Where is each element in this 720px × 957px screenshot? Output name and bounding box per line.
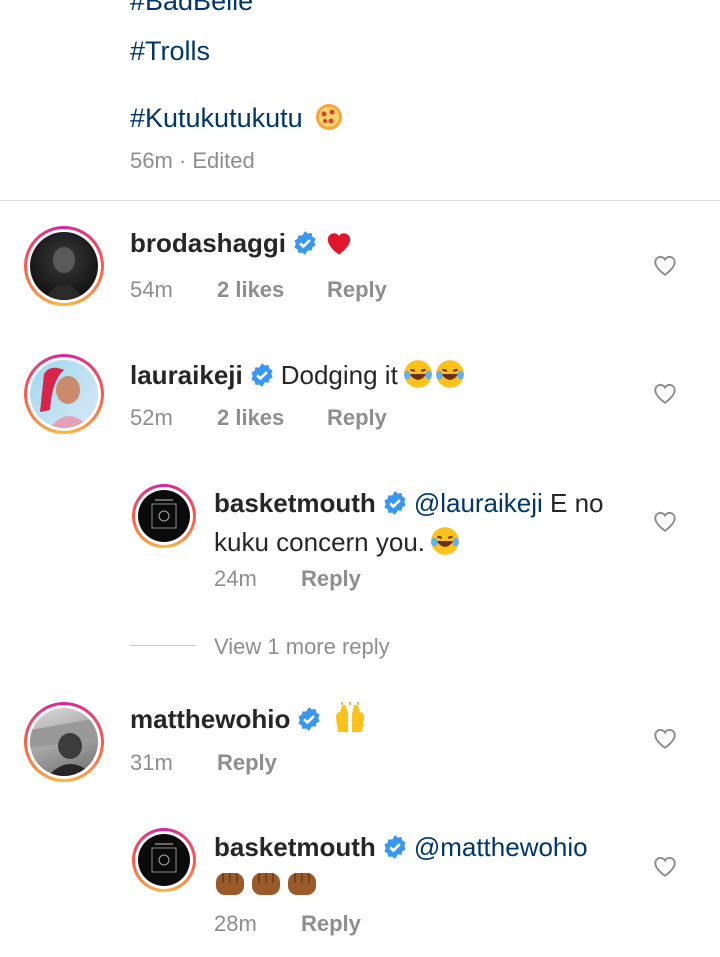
comment-text: E no [542,488,604,518]
comment-time: 28m [214,911,257,936]
raised-hands-emoji-icon [336,702,365,732]
avatar-brodashaggi[interactable] [24,226,104,306]
laugh-cry-emoji-icon [431,527,460,555]
pizza-emoji-icon [316,104,343,130]
comment-time: 54m [130,277,173,302]
avatar-matthewohio[interactable] [24,702,104,782]
comment-matthewohio: matthewohio [130,702,368,735]
fist-emoji-icon [216,873,244,895]
heart-outline-icon[interactable] [652,381,678,405]
verified-badge-icon [384,491,406,515]
comment-username[interactable]: lauraikeji [130,360,243,390]
heart-outline-icon[interactable] [652,253,678,277]
mention-link[interactable]: @matthewohio [414,832,588,862]
reply-basketmouth-2: basketmouth @matthewohio [214,830,634,906]
laugh-cry-emoji-icon [404,360,433,388]
comment-username[interactable]: basketmouth [214,832,376,862]
mention-link[interactable]: @lauraikeji [414,488,543,518]
red-heart-icon [327,233,351,255]
reply-button[interactable]: Reply [217,750,277,776]
reply-button[interactable]: Reply [327,405,387,431]
heart-outline-icon[interactable] [652,854,678,878]
view-more-line [130,645,196,646]
laugh-cry-emoji-icon [436,360,465,388]
caption-hashtag-badbelle[interactable]: #BadBelle [130,0,253,18]
avatar-basketmouth[interactable] [132,484,196,548]
comment-brodashaggi: brodashaggi [130,228,354,259]
verified-badge-icon [251,363,273,387]
verified-badge-icon [298,707,320,731]
comment-username[interactable]: brodashaggi [130,228,286,258]
verified-badge-icon [384,835,406,859]
caption-hashtag-trolls[interactable]: #Trolls [130,36,210,67]
comment-username[interactable]: basketmouth [214,488,376,518]
fist-emoji-icon [252,873,280,895]
heart-outline-icon[interactable] [652,509,678,533]
comment-text: kuku concern you. [214,527,426,557]
reply-button[interactable]: Reply [301,911,361,937]
hashtag-kutukutukutu-link[interactable]: #Kutukutukutu [130,103,303,133]
fist-emoji-icon [288,873,316,895]
caption-hashtag-kutukutukutu: #Kutukutukutu [130,102,344,134]
reply-button[interactable]: Reply [327,277,387,303]
comment-likes[interactable]: 2 likes [217,277,284,303]
reply-basketmouth-1: basketmouth @lauraikeji E no kuku concern… [214,486,634,564]
fist-emojis [214,873,318,897]
view-more-replies-button[interactable]: View 1 more reply [214,634,390,660]
comment-text: Dodging it [280,360,398,390]
comment-likes[interactable]: 2 likes [217,405,284,431]
heart-outline-icon[interactable] [652,726,678,750]
avatar-lauraikeji[interactable] [24,354,104,434]
comment-username[interactable]: matthewohio [130,704,290,734]
reply-button[interactable]: Reply [301,566,361,592]
caption-meta: 56m · Edited [130,148,255,173]
comment-lauraikeji: lauraikeji Dodging it [130,358,466,391]
comment-time: 24m [214,566,257,591]
comment-time: 52m [130,405,173,430]
divider [0,200,720,201]
verified-badge-icon [294,231,316,255]
comment-time: 31m [130,750,173,775]
avatar-basketmouth[interactable] [132,828,196,892]
